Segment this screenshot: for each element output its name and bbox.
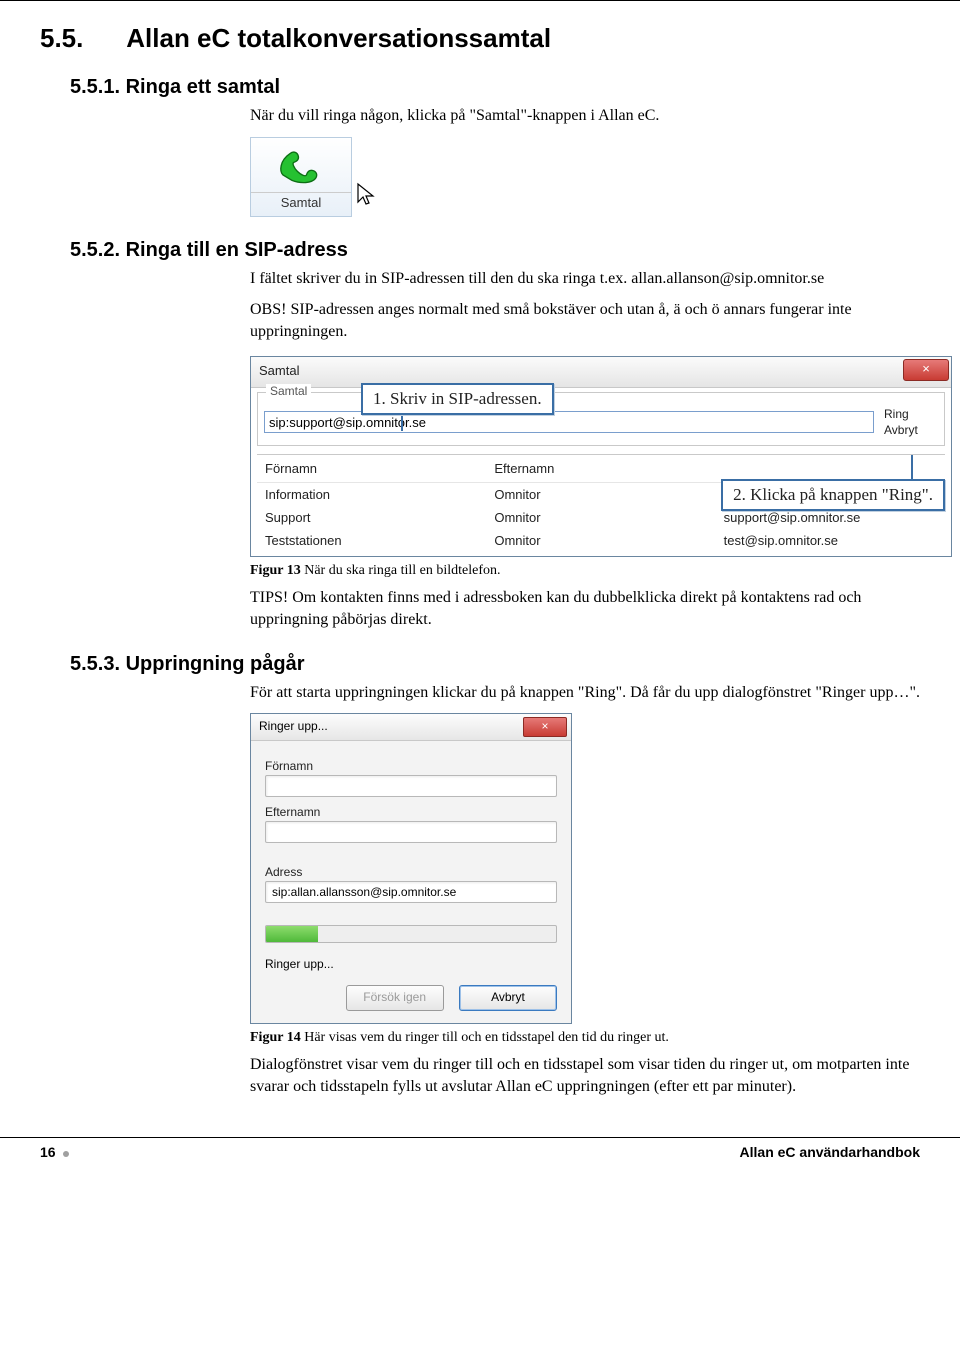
para-553: För att starta uppringningen klickar du … xyxy=(250,682,920,704)
close-icon: × xyxy=(541,719,548,733)
para-552b: OBS! SIP-adressen anges normalt med små … xyxy=(250,299,920,342)
callout-2: 2. Klicka på knappen "Ring". xyxy=(721,479,945,511)
cursor-icon xyxy=(355,182,379,206)
adress-label: Adress xyxy=(265,865,557,879)
samtal-group-legend: Samtal xyxy=(266,384,311,398)
callout-1: 1. Skriv in SIP-adressen. xyxy=(361,383,554,415)
samtal-button-label: Samtal xyxy=(251,192,351,210)
progress-bar xyxy=(265,925,557,943)
heading-5-5-3: 5.5.3. Uppringning pågår xyxy=(70,653,920,676)
fornamn-label: Förnamn xyxy=(265,759,557,773)
figure-13-samtal-window: Samtal × 1. Skriv in SIP-adressen. Samta… xyxy=(250,356,952,557)
figure-14-caption: Figur 14 Här visas vem du ringer till oc… xyxy=(250,1030,920,1046)
phone-icon xyxy=(274,144,328,188)
close-button[interactable]: × xyxy=(523,717,567,737)
close-icon: × xyxy=(922,361,930,376)
book-title: Allan eC användarhandbok xyxy=(740,1144,920,1160)
ringer-upp-titlebar: Ringer upp... × xyxy=(251,714,571,741)
efternamn-field[interactable] xyxy=(265,821,557,843)
efternamn-label: Efternamn xyxy=(265,805,557,819)
samtal-toolbar-button[interactable]: Samtal xyxy=(250,137,352,217)
figure-13-caption: Figur 13 När du ska ringa till en bildte… xyxy=(250,563,920,579)
status-text: Ringer upp... xyxy=(265,957,557,971)
adress-field[interactable]: sip:allan.allansson@sip.omnitor.se xyxy=(265,881,557,903)
heading-5-5-num: 5.5. xyxy=(40,23,120,54)
ringer-upp-title: Ringer upp... xyxy=(259,719,328,733)
para-551: När du vill ringa någon, klicka på "Samt… xyxy=(250,105,920,127)
cancel-button[interactable]: Avbryt xyxy=(459,985,557,1011)
para-554: Dialogfönstret visar vem du ringer till … xyxy=(250,1054,920,1097)
heading-5-5-title: Allan eC totalkonversationssamtal xyxy=(126,23,551,53)
heading-5-5: 5.5. Allan eC totalkonversationssamtal xyxy=(40,23,920,54)
para-tips: TIPS! Om kontakten finns med i adressbok… xyxy=(250,587,920,630)
page-footer: 16 Allan eC användarhandbok xyxy=(0,1137,960,1180)
ring-button[interactable]: Ring xyxy=(884,407,938,421)
bullet-icon xyxy=(63,1151,69,1157)
sip-address-input[interactable] xyxy=(264,411,874,433)
col-efternamn: Efternamn xyxy=(486,455,715,482)
heading-5-5-2: 5.5.2. Ringa till en SIP-adress xyxy=(70,239,920,262)
fornamn-field[interactable] xyxy=(265,775,557,797)
close-button[interactable]: × xyxy=(903,359,949,381)
table-row[interactable]: Teststationen Omnitor test@sip.omnitor.s… xyxy=(257,529,945,552)
heading-5-5-1: 5.5.1. Ringa ett samtal xyxy=(70,76,920,99)
retry-button: Försök igen xyxy=(346,985,444,1011)
samtal-window-titlebar: Samtal × xyxy=(251,357,951,388)
samtal-window-title: Samtal xyxy=(259,363,299,378)
page-number: 16 xyxy=(40,1144,56,1160)
para-552a: I fältet skriver du in SIP-adressen till… xyxy=(250,268,920,290)
progress-fill xyxy=(266,926,318,942)
figure-14-ringer-upp-dialog: Ringer upp... × Förnamn Efternamn Adress… xyxy=(250,713,572,1024)
avbryt-button[interactable]: Avbryt xyxy=(884,423,938,437)
col-fornamn: Förnamn xyxy=(257,455,486,482)
